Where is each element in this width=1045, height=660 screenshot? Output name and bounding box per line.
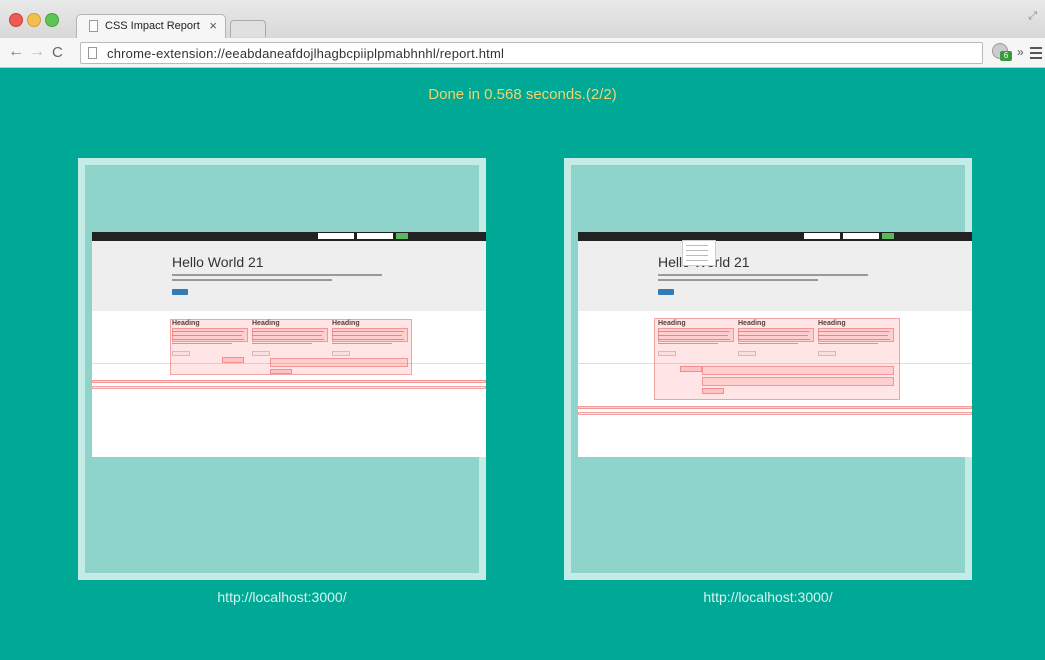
browser-toolbar: ← → C chrome-extension://eeabdaneafdojlh… bbox=[0, 38, 1045, 68]
report-status: Done in 0.568 seconds.(2/2) bbox=[428, 86, 617, 103]
address-bar[interactable]: chrome-extension://eeabdaneafdojlhagbcpi… bbox=[80, 42, 983, 64]
page-thumbnail: Hello World 21 Heading Heading Heading bbox=[578, 232, 972, 457]
screenshot-panel-left: Hello World 21 Heading Heading Heading bbox=[78, 158, 486, 580]
browser-tab[interactable]: CSS Impact Report × bbox=[76, 14, 226, 38]
document-icon bbox=[89, 20, 98, 32]
new-tab-button[interactable] bbox=[230, 20, 266, 37]
impact-highlight bbox=[92, 386, 486, 389]
panel-caption-right: http://localhost:3000/ bbox=[703, 589, 833, 605]
impact-highlight bbox=[818, 328, 894, 342]
extension-icon[interactable]: 6 bbox=[992, 43, 1012, 61]
impact-highlight bbox=[658, 328, 734, 342]
tab-title: CSS Impact Report bbox=[105, 20, 200, 32]
impact-highlight bbox=[702, 366, 894, 375]
thumb-navbar bbox=[578, 232, 972, 241]
impact-highlight bbox=[702, 377, 894, 386]
reload-icon[interactable]: C bbox=[52, 44, 63, 61]
impact-highlight bbox=[702, 388, 724, 394]
thumb-dropdown-menu bbox=[682, 240, 716, 266]
impact-highlight bbox=[270, 358, 408, 367]
back-arrow-icon[interactable]: ← bbox=[8, 43, 24, 61]
browser-tab-bar: CSS Impact Report × ⤢ bbox=[0, 0, 1045, 38]
screenshot-panel-right: Hello World 21 Heading Heading Heading bbox=[564, 158, 972, 580]
forward-arrow-icon[interactable]: → bbox=[29, 43, 45, 61]
impact-highlight bbox=[92, 380, 486, 383]
impact-highlight bbox=[332, 328, 408, 342]
hamburger-menu-icon[interactable] bbox=[1030, 47, 1042, 62]
thumb-heading: Hello World 21 bbox=[172, 254, 264, 270]
impact-highlight bbox=[738, 328, 814, 342]
thumb-login-fields bbox=[804, 233, 894, 239]
page-icon bbox=[88, 47, 97, 59]
thumb-learn-more-button bbox=[658, 289, 674, 295]
impact-highlight bbox=[578, 406, 972, 409]
thumb-jumbotron: Hello World 21 bbox=[578, 241, 972, 311]
url-text: chrome-extension://eeabdaneafdojlhagbcpi… bbox=[107, 46, 505, 61]
overflow-chevron-icon[interactable]: » bbox=[1017, 45, 1024, 59]
fullscreen-icon[interactable]: ⤢ bbox=[1028, 10, 1037, 23]
impact-highlight bbox=[222, 357, 244, 363]
impact-highlight bbox=[680, 366, 702, 372]
extension-badge: 6 bbox=[1000, 51, 1012, 61]
impact-highlight bbox=[578, 412, 972, 415]
tab-close-icon[interactable]: × bbox=[209, 18, 217, 33]
impact-highlight bbox=[270, 369, 292, 374]
impact-highlight bbox=[252, 328, 328, 342]
minimize-window-button[interactable] bbox=[27, 13, 41, 27]
panel-caption-left: http://localhost:3000/ bbox=[217, 589, 347, 605]
page-thumbnail: Hello World 21 Heading Heading Heading bbox=[92, 232, 486, 457]
thumb-login-fields bbox=[318, 233, 408, 239]
impact-highlight bbox=[172, 328, 248, 342]
close-window-button[interactable] bbox=[9, 13, 23, 27]
thumb-learn-more-button bbox=[172, 289, 188, 295]
thumb-navbar bbox=[92, 232, 486, 241]
thumb-jumbotron: Hello World 21 bbox=[92, 241, 486, 311]
zoom-window-button[interactable] bbox=[45, 13, 59, 27]
